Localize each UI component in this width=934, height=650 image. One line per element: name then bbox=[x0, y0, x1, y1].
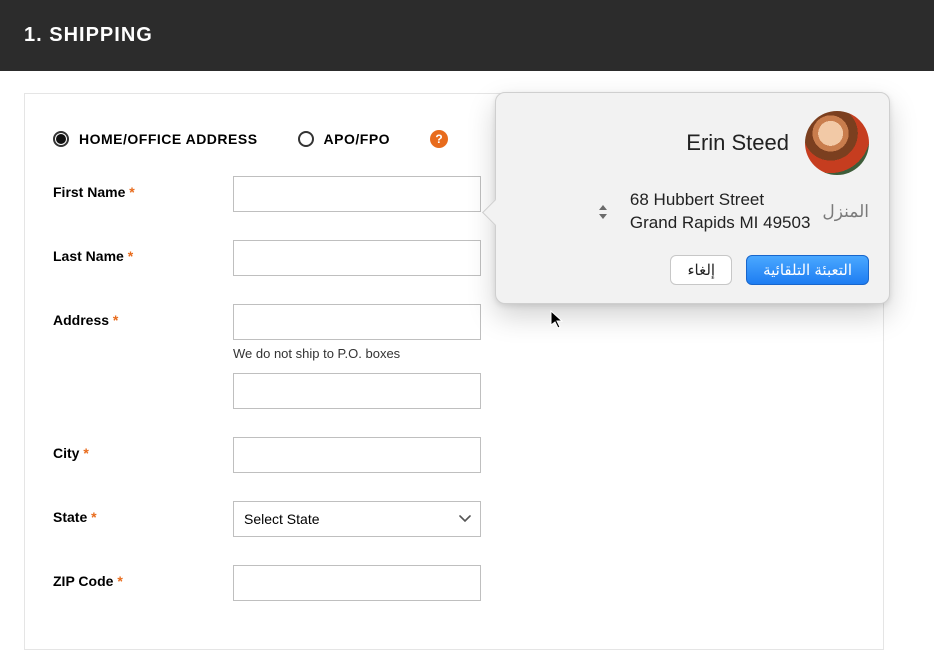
address-stepper[interactable] bbox=[596, 203, 610, 222]
label-zip: ZIP Code * bbox=[53, 565, 233, 589]
section-title: 1. Shipping bbox=[24, 24, 153, 46]
autofill-address: 68 Hubbert Street Grand Rapids MI 49503 bbox=[630, 189, 811, 235]
state-select-wrap: Select State bbox=[233, 501, 481, 537]
last-name-input[interactable] bbox=[233, 240, 481, 276]
radio-home-label: HOME/OFFICE ADDRESS bbox=[79, 131, 258, 147]
avatar bbox=[805, 111, 869, 175]
required-asterisk: * bbox=[117, 573, 122, 589]
autofill-header: Erin Steed bbox=[516, 111, 869, 175]
required-asterisk: * bbox=[129, 184, 134, 200]
section-header: 1. Shipping bbox=[0, 0, 934, 71]
help-icon[interactable]: ? bbox=[430, 130, 448, 148]
contact-name: Erin Steed bbox=[686, 130, 789, 156]
row-address: Address * We do not ship to P.O. boxes bbox=[53, 304, 855, 361]
autofill-button[interactable]: التعبئة التلقائية bbox=[746, 255, 869, 285]
label-city: City * bbox=[53, 437, 233, 461]
radio-apo-label: APO/FPO bbox=[324, 131, 391, 147]
row-city: City * bbox=[53, 437, 855, 473]
required-asterisk: * bbox=[128, 248, 133, 264]
autofill-popover: Erin Steed المنزل 68 Hubbert Street Gran… bbox=[495, 92, 890, 304]
required-asterisk: * bbox=[113, 312, 118, 328]
autofill-actions: التعبئة التلقائية إلغاء bbox=[516, 255, 869, 285]
autofill-body: المنزل 68 Hubbert Street Grand Rapids MI… bbox=[516, 189, 869, 235]
first-name-input[interactable] bbox=[233, 176, 481, 212]
address-line2: Grand Rapids MI 49503 bbox=[630, 212, 811, 235]
radio-apo-fpo[interactable]: APO/FPO bbox=[298, 131, 391, 147]
label-first-name: First Name * bbox=[53, 176, 233, 200]
address-line2-input[interactable] bbox=[233, 373, 481, 409]
label-state: State * bbox=[53, 501, 233, 525]
required-asterisk: * bbox=[91, 509, 96, 525]
label-address: Address * bbox=[53, 304, 233, 328]
radio-circle-icon bbox=[298, 131, 314, 147]
address-line1-input[interactable] bbox=[233, 304, 481, 340]
row-state: State * Select State bbox=[53, 501, 855, 537]
required-asterisk: * bbox=[83, 445, 88, 461]
row-address2 bbox=[53, 373, 855, 409]
radio-dot-icon bbox=[53, 131, 69, 147]
label-last-name: Last Name * bbox=[53, 240, 233, 264]
state-select[interactable]: Select State bbox=[233, 501, 481, 537]
label-address2-empty bbox=[53, 373, 233, 381]
city-input[interactable] bbox=[233, 437, 481, 473]
radio-home-office[interactable]: HOME/OFFICE ADDRESS bbox=[53, 131, 258, 147]
row-zip: ZIP Code * bbox=[53, 565, 855, 601]
cancel-button[interactable]: إلغاء bbox=[670, 255, 732, 285]
address-hint: We do not ship to P.O. boxes bbox=[233, 346, 481, 361]
address-type-label: المنزل bbox=[822, 202, 869, 222]
zip-input[interactable] bbox=[233, 565, 481, 601]
address-line1: 68 Hubbert Street bbox=[630, 189, 811, 212]
